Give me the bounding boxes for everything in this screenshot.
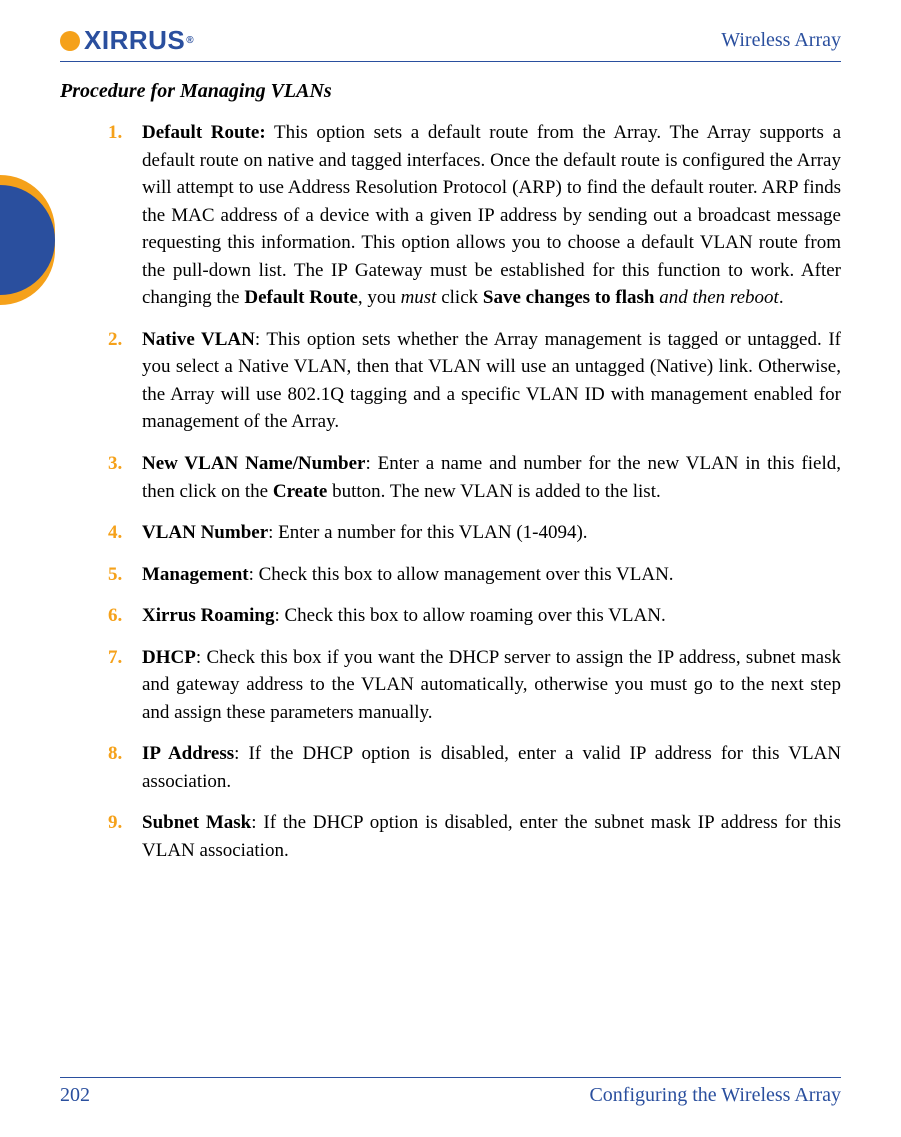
logo-text: XIRRUS xyxy=(84,25,185,56)
step-body: Xirrus Roaming: Check this box to allow … xyxy=(142,602,841,630)
logo-registered: ® xyxy=(186,35,194,46)
step-body: IP Address: If the DHCP option is disabl… xyxy=(142,740,841,795)
list-item: 5. Management: Check this box to allow m… xyxy=(108,561,841,589)
step-number: 3. xyxy=(108,450,142,505)
logo: XIRRUS® xyxy=(60,25,194,56)
page-header: XIRRUS® Wireless Array xyxy=(60,25,841,62)
list-item: 8. IP Address: If the DHCP option is dis… xyxy=(108,740,841,795)
step-number: 4. xyxy=(108,519,142,547)
step-number: 9. xyxy=(108,809,142,864)
step-body: DHCP: Check this box if you want the DHC… xyxy=(142,644,841,727)
side-tab-icon xyxy=(0,175,55,305)
list-item: 3. New VLAN Name/Number: Enter a name an… xyxy=(108,450,841,505)
list-item: 9. Subnet Mask: If the DHCP option is di… xyxy=(108,809,841,864)
page: XIRRUS® Wireless Array Procedure for Man… xyxy=(0,0,901,1137)
section-title: Procedure for Managing VLANs xyxy=(60,80,841,103)
step-body: Default Route: This option sets a defaul… xyxy=(142,119,841,312)
step-number: 6. xyxy=(108,602,142,630)
step-body: VLAN Number: Enter a number for this VLA… xyxy=(142,519,841,547)
step-number: 1. xyxy=(108,119,142,312)
step-number: 2. xyxy=(108,326,142,436)
page-number: 202 xyxy=(60,1084,90,1107)
list-item: 1. Default Route: This option sets a def… xyxy=(108,119,841,312)
procedure-list: 1. Default Route: This option sets a def… xyxy=(108,119,841,865)
step-number: 7. xyxy=(108,644,142,727)
chapter-title: Configuring the Wireless Array xyxy=(589,1084,841,1107)
step-body: Native VLAN: This option sets whether th… xyxy=(142,326,841,436)
list-item: 6. Xirrus Roaming: Check this box to all… xyxy=(108,602,841,630)
list-item: 4. VLAN Number: Enter a number for this … xyxy=(108,519,841,547)
header-title: Wireless Array xyxy=(721,29,841,52)
step-number: 5. xyxy=(108,561,142,589)
step-number: 8. xyxy=(108,740,142,795)
list-item: 7. DHCP: Check this box if you want the … xyxy=(108,644,841,727)
step-body: New VLAN Name/Number: Enter a name and n… xyxy=(142,450,841,505)
list-item: 2. Native VLAN: This option sets whether… xyxy=(108,326,841,436)
step-body: Management: Check this box to allow mana… xyxy=(142,561,841,589)
page-footer: 202 Configuring the Wireless Array xyxy=(60,1077,841,1107)
step-body: Subnet Mask: If the DHCP option is disab… xyxy=(142,809,841,864)
logo-burst-icon xyxy=(60,31,80,51)
